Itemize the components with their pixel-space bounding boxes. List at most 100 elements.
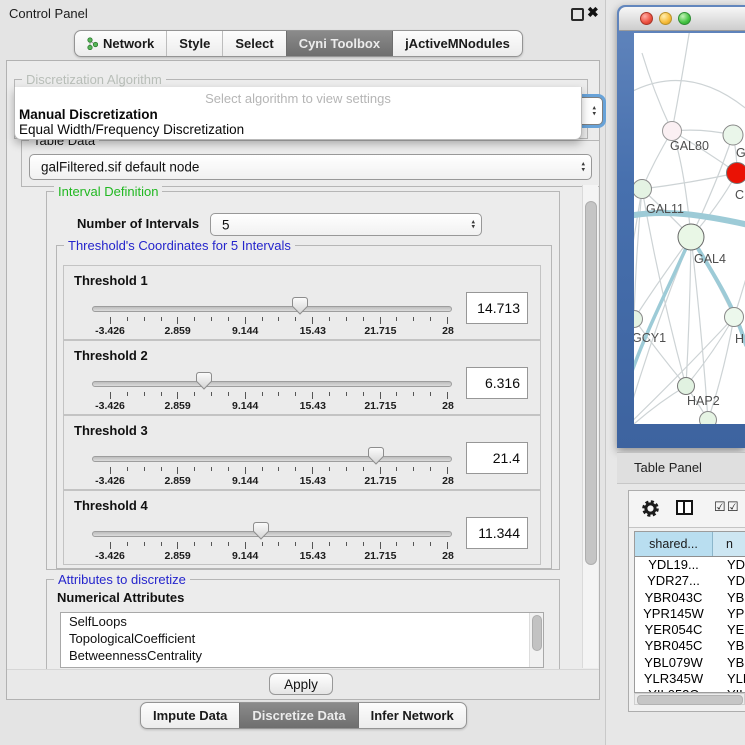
control-panel-tabstrip: Network Style Select Cyni Toolbox jActiveMNo… (74, 30, 523, 57)
tab-style[interactable]: Style (166, 31, 222, 56)
threshold-value-field[interactable]: 21.4 (466, 442, 528, 474)
checkbox-icon[interactable]: ☑ (714, 499, 726, 515)
list-scrollbar[interactable] (529, 613, 543, 667)
tick-label: 15.43 (300, 550, 326, 562)
slider-track[interactable] (92, 531, 452, 537)
node-gal11[interactable] (634, 180, 652, 199)
table-row[interactable]: YER054CYER0 (635, 622, 745, 638)
split-panes-icon[interactable] (676, 500, 693, 515)
node-gal80[interactable] (663, 122, 682, 141)
tab-network[interactable]: Network (75, 31, 166, 56)
dropdown-option-manual-discretization[interactable]: Manual Discretization (19, 107, 158, 122)
apply-button[interactable]: Apply (269, 673, 333, 695)
zoom-button[interactable] (678, 12, 691, 25)
tab-label: Style (179, 36, 210, 51)
attribute-list-item[interactable]: SelfLoops (61, 613, 543, 630)
column-header-name[interactable]: n (713, 532, 745, 556)
cell-name: YPR1 (712, 606, 745, 622)
tab-label: jActiveMNodules (405, 36, 510, 51)
algorithm-dropdown-popup: Select algorithm to view settings Manual… (14, 87, 582, 140)
tick-label: -3.426 (95, 475, 125, 487)
cell-name: YBL0 (712, 655, 745, 671)
float-window-icon[interactable] (571, 8, 584, 21)
table-row[interactable]: YBR045CYBR0 (635, 638, 745, 654)
control-panel-window: Control Panel ✖ NetworkStyleSelectCyni T… (0, 0, 606, 745)
node-label: GCY1 (634, 331, 666, 345)
node-label: GAL11 (646, 202, 684, 216)
network-canvas[interactable]: GAL80 GA C GAL11 GAL4 GCY1 H HAP2 (634, 33, 745, 424)
node-label: GAL80 (670, 139, 709, 153)
slider-track[interactable] (92, 306, 452, 312)
cell-shared-name: YDL19... (635, 557, 712, 573)
tick-label: 9.144 (232, 400, 258, 412)
close-icon[interactable]: ✖ (587, 4, 599, 21)
node-right[interactable] (725, 308, 744, 327)
tab-label: Select (235, 36, 273, 51)
column-header-shared-name[interactable]: shared... (635, 532, 713, 556)
tab-discretize-data[interactable]: Discretize Data (239, 703, 357, 728)
tick-label: -3.426 (95, 325, 125, 337)
tick-label: 2.859 (164, 325, 190, 337)
numerical-attributes-list[interactable]: SelfLoopsTopologicalCoefficientBetweenne… (60, 612, 544, 668)
node-label: HAP2 (687, 394, 720, 408)
number-of-intervals-combo[interactable]: 5 ▴▾ (210, 213, 482, 236)
node-label-partial: C (735, 188, 744, 202)
close-button[interactable] (640, 12, 653, 25)
slider-track[interactable] (92, 456, 452, 462)
checkbox-icon[interactable]: ☑ (727, 499, 739, 515)
table-row[interactable]: YBL079WYBL0 (635, 655, 745, 671)
slider-handle[interactable] (368, 447, 384, 465)
apply-strip: Apply (7, 669, 599, 699)
gear-icon[interactable] (641, 499, 660, 518)
slider-handle[interactable] (292, 297, 308, 315)
node-gal4[interactable] (678, 224, 704, 250)
screen: Control Panel ✖ NetworkStyleSelectCyni T… (0, 0, 745, 745)
cell-name: YBR0 (712, 638, 745, 654)
algorithm-dropdown-hint: Select algorithm to view settings (15, 91, 581, 106)
tab-label: Infer Network (371, 708, 454, 723)
node-label: GAL4 (694, 252, 726, 266)
threshold-panel-4: Threshold 4-3.4262.8599.14415.4321.71528… (63, 490, 541, 565)
slider-tick-labels: -3.4262.8599.14415.4321.71528 (110, 550, 448, 562)
slider-handle[interactable] (253, 522, 269, 540)
interval-definition-group: Interval Definition Number of Intervals … (46, 191, 560, 570)
table-data-combo[interactable]: galFiltered.sif default node ▴▾ (29, 154, 592, 180)
network-icon (87, 37, 98, 50)
table-row[interactable]: YBR043CYBR0 (635, 590, 745, 606)
threshold-value-field[interactable]: 14.713 (466, 292, 528, 324)
node-selected-red[interactable] (727, 163, 745, 184)
tick-label: 15.43 (300, 400, 326, 412)
threshold-value-field[interactable]: 6.316 (466, 367, 528, 399)
tab-jactivemnodules[interactable]: jActiveMNodules (392, 31, 522, 56)
attribute-list-item[interactable]: BetweennessCentrality (61, 647, 543, 664)
panel-scrollbar[interactable] (582, 185, 598, 668)
cell-shared-name: YBL079W (635, 655, 712, 671)
threshold-value-field[interactable]: 11.344 (466, 517, 528, 549)
number-of-intervals-value: 5 (222, 217, 230, 232)
node-gcy1[interactable] (634, 311, 643, 328)
tab-impute-data[interactable]: Impute Data (141, 703, 239, 728)
tab-cyni-toolbox[interactable]: Cyni Toolbox (286, 31, 392, 56)
slider-tick-labels: -3.4262.8599.14415.4321.71528 (110, 400, 448, 412)
slider-track[interactable] (92, 381, 452, 387)
table-row[interactable]: YDL19...YDL1 (635, 557, 745, 573)
tick-label: 2.859 (164, 550, 190, 562)
table-row[interactable]: YLR345WYLR3 (635, 671, 745, 687)
node-label-partial: GA (736, 146, 745, 160)
tab-infer-network[interactable]: Infer Network (358, 703, 466, 728)
threshold-label: Threshold 2 (74, 348, 148, 363)
node-hap2[interactable] (678, 378, 695, 395)
bottom-tabstrip: Impute DataDiscretize Data Infer Network (140, 702, 467, 729)
attribute-list-item[interactable]: TopologicalCoefficient (61, 630, 543, 647)
node-partial-top[interactable] (723, 125, 743, 145)
slider-handle[interactable] (196, 372, 212, 390)
tab-select[interactable]: Select (222, 31, 285, 56)
table-hscrollbar[interactable] (634, 693, 745, 705)
slider-ticks (110, 467, 448, 474)
combo-arrows-icon: ▴▾ (581, 162, 585, 173)
table-row[interactable]: YDR27...YDR2 (635, 573, 745, 589)
node-bottom-partial[interactable] (700, 412, 717, 425)
dropdown-option-equal-width-frequency-discretization[interactable]: Equal Width/Frequency Discretization (19, 122, 244, 137)
table-row[interactable]: YPR145WYPR1 (635, 606, 745, 622)
minimize-button[interactable] (659, 12, 672, 25)
